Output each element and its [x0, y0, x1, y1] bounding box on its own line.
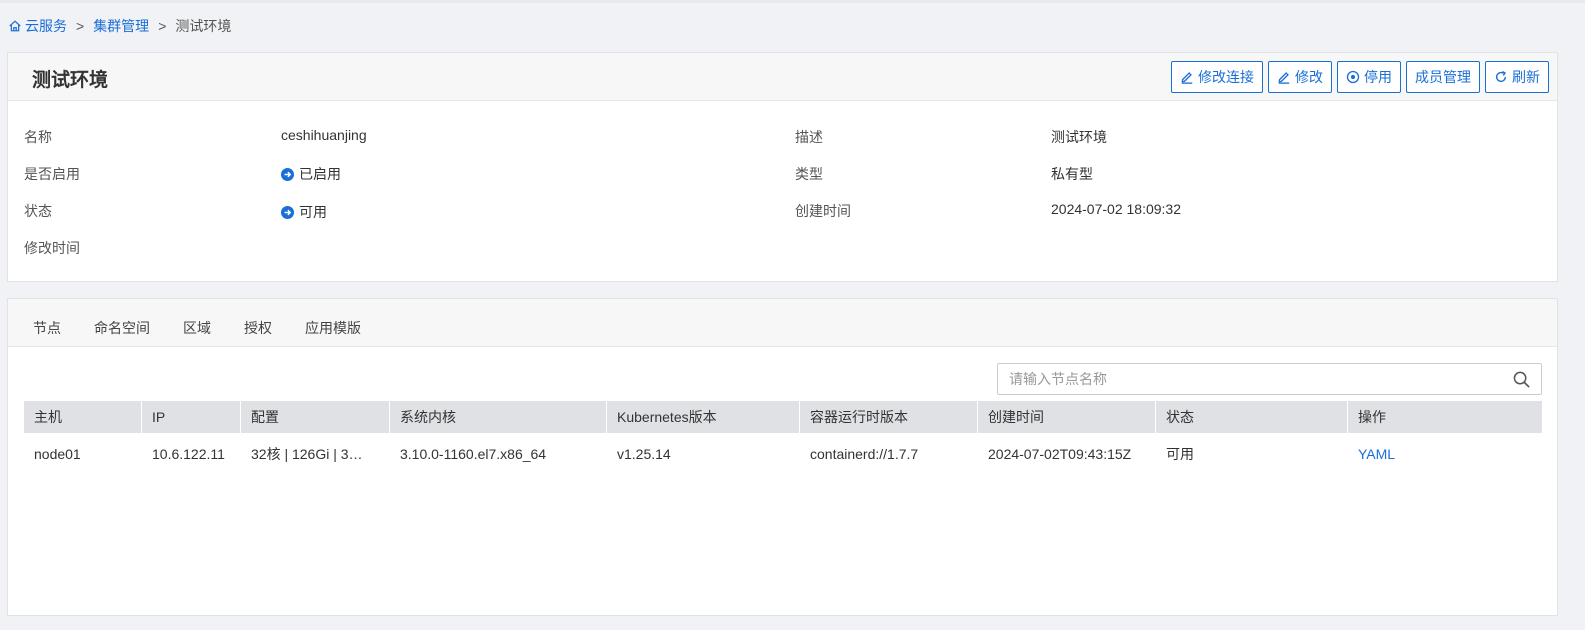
status-value: 可用 — [281, 202, 327, 222]
disable-button[interactable]: 停用 — [1337, 61, 1401, 93]
description-value: 测试环境 — [1051, 129, 1107, 145]
column-kernel: 系统内核 — [390, 401, 607, 433]
cell-ip: 10.6.122.11 — [152, 446, 225, 462]
refresh-label: 刷新 — [1512, 69, 1540, 85]
created-time-value: 2024-07-02 18:09:32 — [1051, 201, 1181, 217]
created-time-label: 创建时间 — [795, 203, 851, 219]
column-runtime-version: 容器运行时版本 — [800, 401, 978, 433]
type-label: 类型 — [795, 166, 823, 182]
description-label: 描述 — [795, 129, 823, 145]
tab-bar: 节点 命名空间 区域 授权 应用模版 — [8, 299, 1557, 347]
breadcrumb-separator: > — [158, 18, 167, 34]
breadcrumb-cloud-service[interactable]: 云服务 — [25, 16, 67, 36]
name-value: ceshihuanjing — [281, 127, 367, 143]
cell-config: 32核 | 126Gi | 3… — [251, 446, 363, 462]
tab-namespaces[interactable]: 命名空间 — [94, 318, 150, 338]
cell-status: 可用 — [1166, 446, 1194, 462]
status-label: 状态 — [24, 203, 52, 219]
arrow-circle-icon — [281, 205, 294, 219]
top-border — [0, 0, 1585, 3]
cell-runtime-version: containerd://1.7.7 — [810, 446, 919, 462]
column-k8s-version: Kubernetes版本 — [607, 401, 800, 433]
stop-circle-icon — [1346, 70, 1360, 84]
edit-icon — [1278, 72, 1290, 84]
cell-host: node01 — [34, 446, 81, 462]
home-icon — [9, 20, 21, 32]
cell-k8s-version: v1.25.14 — [617, 446, 671, 462]
disable-label: 停用 — [1364, 69, 1392, 85]
breadcrumb-current: 测试环境 — [175, 18, 232, 34]
breadcrumb-cluster-management[interactable]: 集群管理 — [93, 16, 149, 36]
yaml-link[interactable]: YAML — [1348, 433, 1542, 475]
status-text: 可用 — [299, 204, 327, 220]
type-value: 私有型 — [1051, 166, 1093, 182]
table-header: 主机 IP 配置 系统内核 Kubernetes版本 容器运行时版本 创建时间 … — [24, 401, 1542, 433]
tab-regions[interactable]: 区域 — [183, 318, 211, 338]
edit-button[interactable]: 修改 — [1268, 61, 1332, 93]
modified-time-label: 修改时间 — [24, 240, 80, 256]
enabled-text: 已启用 — [299, 166, 341, 182]
member-management-button[interactable]: 成员管理 — [1406, 61, 1480, 93]
cluster-detail-panel: 测试环境 修改连接 修改 停用 成员管理 刷新 名称 ceshihuanjing… — [7, 52, 1558, 282]
member-management-label: 成员管理 — [1415, 69, 1471, 85]
tab-authorization[interactable]: 授权 — [244, 318, 272, 338]
cell-created-time: 2024-07-02T09:43:15Z — [988, 446, 1132, 462]
node-search-box — [997, 363, 1542, 395]
tab-app-templates[interactable]: 应用模版 — [305, 318, 361, 338]
column-status: 状态 — [1156, 401, 1348, 433]
page-title: 测试环境 — [32, 70, 109, 91]
column-host: 主机 — [24, 401, 142, 433]
breadcrumb: 云服务 > 集群管理 > 测试环境 — [8, 16, 231, 36]
node-search-input[interactable] — [998, 364, 1498, 394]
enabled-label: 是否启用 — [24, 166, 80, 182]
edit-connection-label: 修改连接 — [1198, 69, 1254, 85]
breadcrumb-separator: > — [76, 18, 85, 34]
tab-nodes[interactable]: 节点 — [33, 318, 61, 338]
column-config: 配置 — [241, 401, 390, 433]
edit-icon — [1181, 72, 1193, 84]
refresh-icon — [1495, 70, 1507, 83]
column-created-time: 创建时间 — [978, 401, 1156, 433]
enabled-value: 已启用 — [281, 164, 341, 184]
name-label: 名称 — [24, 129, 52, 145]
column-operations: 操作 — [1358, 409, 1386, 425]
detail-header: 测试环境 修改连接 修改 停用 成员管理 刷新 — [8, 53, 1557, 101]
search-icon[interactable] — [1513, 371, 1530, 388]
action-toolbar: 修改连接 修改 停用 成员管理 刷新 — [1171, 61, 1549, 93]
column-ip: IP — [142, 401, 241, 433]
edit-label: 修改 — [1295, 69, 1323, 85]
table-row: node01 10.6.122.11 32核 | 126Gi | 3… 3.10… — [24, 433, 1542, 475]
cell-kernel: 3.10.0-1160.el7.x86_64 — [400, 446, 547, 462]
nodes-panel: 节点 命名空间 区域 授权 应用模版 主机 IP 配置 系统内核 Kuberne… — [7, 298, 1558, 616]
arrow-circle-icon — [281, 167, 294, 181]
edit-connection-button[interactable]: 修改连接 — [1171, 61, 1263, 93]
refresh-button[interactable]: 刷新 — [1485, 61, 1549, 93]
